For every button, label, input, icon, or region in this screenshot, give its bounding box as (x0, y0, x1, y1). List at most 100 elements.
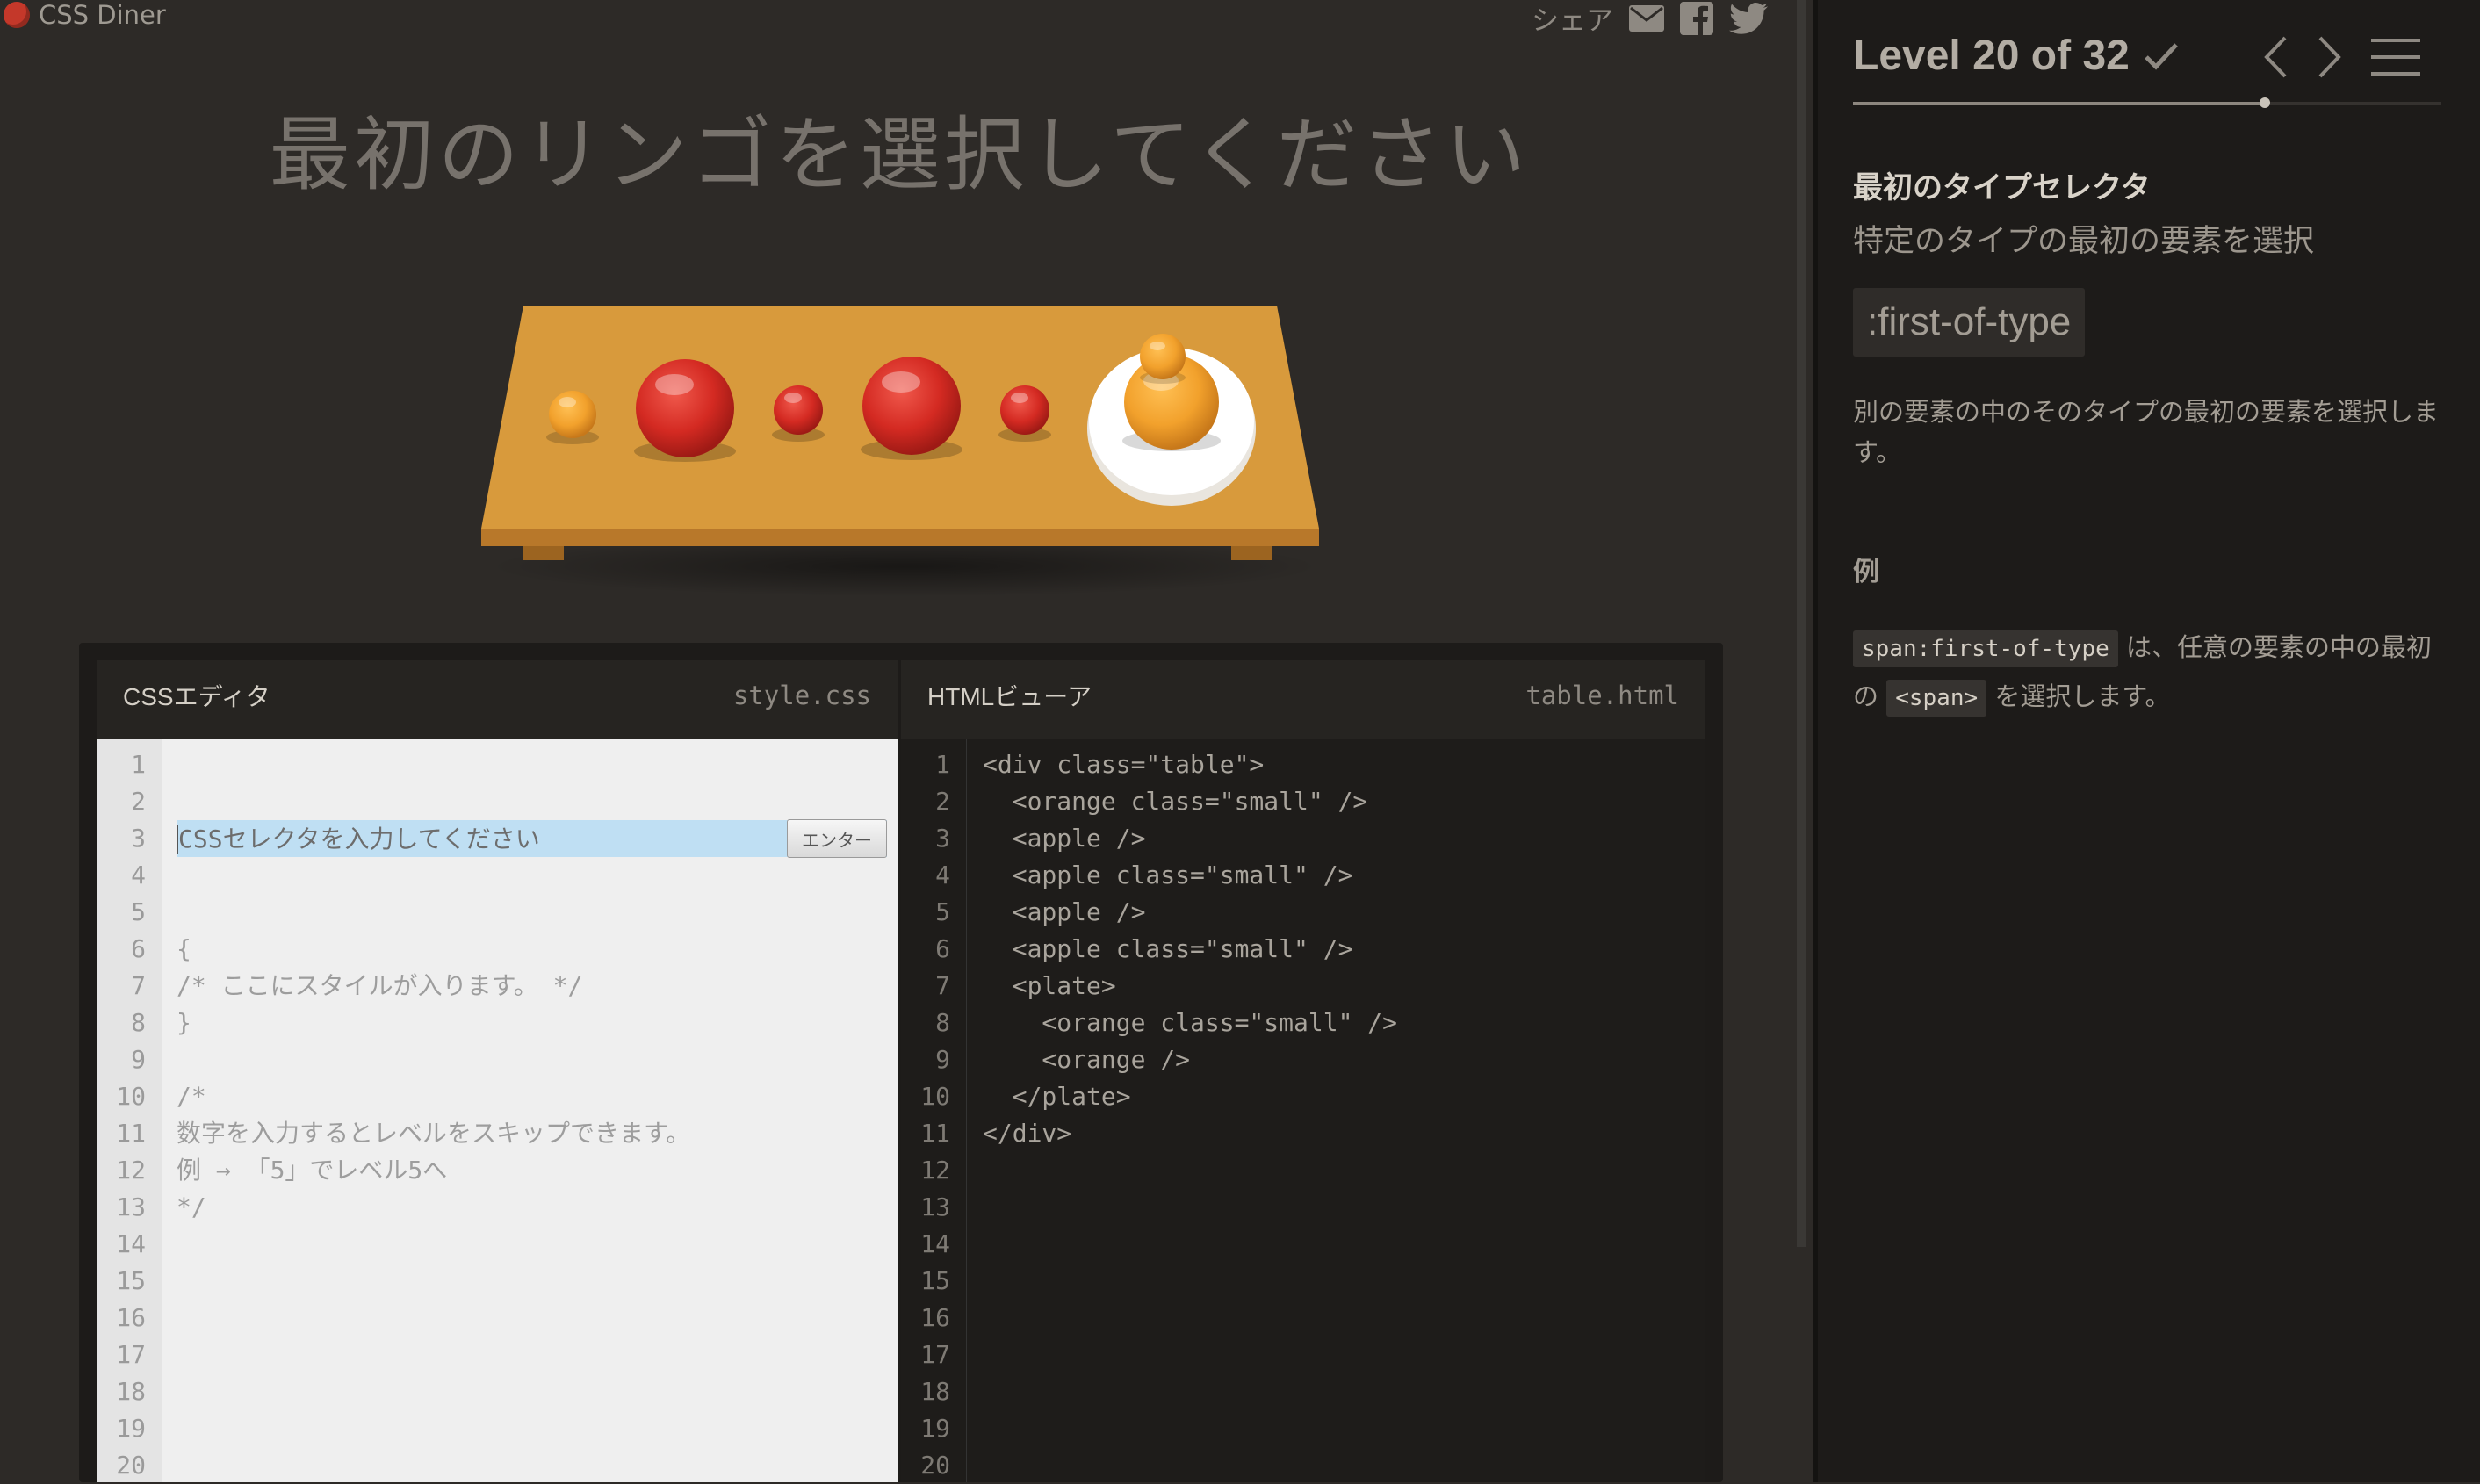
html-line-number: 10 (920, 1082, 950, 1111)
app-brand[interactable]: CSS Diner (4, 0, 166, 30)
html-line-number: 5 (935, 897, 950, 926)
twitter-icon[interactable] (1729, 2, 1768, 34)
css-line-number: 17 (116, 1340, 146, 1369)
example-code: span:first-of-type (1853, 630, 2118, 667)
css-line-number: 14 (116, 1229, 146, 1258)
menu-icon[interactable] (2371, 37, 2420, 77)
css-line-number: 8 (131, 1008, 146, 1037)
css-line-number: 4 (131, 861, 146, 890)
css-filename: style.css (732, 681, 871, 710)
css-code-line: /* (177, 1082, 206, 1111)
css-line-number: 10 (116, 1082, 146, 1111)
css-code-line: } (177, 1008, 191, 1037)
scrollbar[interactable] (1797, 0, 1806, 1247)
css-line-number: 6 (131, 934, 146, 963)
html-line-numbers: 1 2 3 4 5 6 7 8 9 10 11 12 13 14 15 16 17 18 19 20 (901, 739, 967, 1482)
html-line-number: 4 (935, 861, 950, 890)
css-line-number: 15 (116, 1266, 146, 1295)
apple[interactable] (861, 357, 962, 460)
selector-syntax: :first-of-type (1853, 288, 2086, 357)
css-editor-title: CSSエディタ (123, 683, 270, 710)
css-code-line (177, 1041, 898, 1078)
css-line-number: 2 (131, 787, 146, 816)
css-input-row: エンター (177, 819, 887, 858)
level-progress-fill (1853, 102, 2265, 105)
email-icon[interactable] (1629, 4, 1664, 32)
css-code-line: /* ここにスタイルが入ります。 */ (177, 971, 583, 1000)
css-editor-pane: CSSエディタ style.css 1 2 3 4 5 6 7 8 9 10 11 12 13 14 15 1… (97, 660, 898, 1482)
example-text-2: を選択します。 (1986, 681, 2171, 711)
html-line-number: 19 (920, 1414, 950, 1443)
sidebar: Level 20 of 32 最初のタイプセレクタ 特定のタイプの最初の要素を選… (1813, 0, 2480, 1482)
html-line-number: 17 (920, 1340, 950, 1369)
html-line-number: 14 (920, 1229, 950, 1258)
css-code-line: 例 → 「5」でレベル5へ (177, 1156, 448, 1185)
code-editor: CSSエディタ style.css 1 2 3 4 5 6 7 8 9 10 11 12 13 14 15 1… (79, 643, 1723, 1482)
css-line-number: 12 (116, 1156, 146, 1185)
selector-title: 特定のタイプの最初の要素を選択 (1853, 224, 2315, 259)
html-viewer-header: HTMLビューア table.html (901, 660, 1705, 731)
enter-button[interactable]: エンター (787, 819, 887, 858)
css-line-number: 9 (131, 1045, 146, 1074)
share-bar: シェア (1532, 0, 1768, 38)
html-line-number: 1 (935, 750, 950, 779)
level-header: Level 20 of 32 (1853, 32, 2179, 80)
level-nav (2262, 35, 2420, 79)
css-line-number: 7 (131, 971, 146, 1000)
html-line-number: 8 (935, 1008, 950, 1037)
share-label: シェア (1532, 5, 1613, 37)
css-line-number: 3 (131, 824, 146, 853)
game-area: CSS Diner シェア 最初のリンゴを選択してください CSSエディタ st… (0, 0, 1806, 1482)
facebook-icon[interactable] (1680, 1, 1713, 35)
html-markup[interactable]: <div class="table"> <orange class="small… (967, 739, 1705, 1482)
css-selector-input[interactable] (177, 824, 780, 854)
html-line-number: 3 (935, 824, 950, 853)
checkmark-icon (2145, 42, 2178, 70)
table-leg-right (1231, 546, 1272, 560)
level-label: Level 20 of 32 (1853, 32, 2130, 79)
html-line-number: 16 (920, 1303, 950, 1332)
previous-level-icon[interactable] (2262, 35, 2289, 79)
apple[interactable] (634, 359, 736, 462)
example-code-2: <span> (1886, 680, 1987, 717)
level-progress-bar (1853, 97, 2441, 108)
orange-small[interactable] (1140, 334, 1186, 384)
apple-small[interactable] (998, 385, 1051, 442)
table-edge (481, 529, 1319, 546)
css-line-number: 16 (116, 1303, 146, 1332)
css-line-number: 1 (131, 750, 146, 779)
level-progress-knob (2260, 97, 2270, 108)
css-code-line: { (177, 934, 191, 963)
level-instruction: 最初のリンゴを選択してください (269, 108, 1530, 202)
dining-table (474, 299, 1335, 615)
html-line-number: 7 (935, 971, 950, 1000)
app-title: CSS Diner (39, 0, 166, 30)
html-line-number: 18 (920, 1377, 950, 1406)
css-line-number: 20 (116, 1451, 146, 1480)
css-line-numbers: 1 2 3 4 5 6 7 8 9 10 11 12 13 14 15 16 17 18 19 20 (97, 739, 162, 1482)
table-leg-left (523, 546, 564, 560)
css-code-lines: {/* ここにスタイルが入ります。 */} /* 数字を入力するとレベルをスキップ… (177, 931, 898, 1226)
html-filename: table.html (1525, 681, 1679, 710)
css-code: エンター {/* ここにスタイルが入ります。 */} /* 数字を入力するとレベル… (162, 739, 898, 1482)
css-line-number: 5 (131, 897, 146, 926)
selector-name: 最初のタイプセレクタ (1853, 170, 2151, 205)
examples-title: 例 (1853, 557, 1879, 587)
example: span:first-of-type は、任意の要素の中の最初の <span> … (1853, 623, 2450, 722)
html-viewer-pane: HTMLビューア table.html 1 2 3 4 5 6 7 8 9 10 11 12 13 14 1… (901, 660, 1705, 1482)
html-line-number: 12 (920, 1156, 950, 1185)
next-level-icon[interactable] (2317, 35, 2343, 79)
selector-hint: 別の要素の中のそのタイプの最初の要素を選択します。 (1853, 397, 2440, 467)
html-line-number: 6 (935, 934, 950, 963)
html-line-number: 9 (935, 1045, 950, 1074)
css-editor-header: CSSエディタ style.css (97, 660, 898, 731)
html-line-number: 11 (920, 1119, 950, 1148)
css-line-number: 11 (116, 1119, 146, 1148)
html-line-number: 20 (920, 1451, 950, 1480)
html-line-number: 13 (920, 1192, 950, 1221)
css-line-number: 13 (116, 1192, 146, 1221)
html-line-number: 2 (935, 787, 950, 816)
apple-small[interactable] (772, 385, 825, 442)
html-viewer-title: HTMLビューア (927, 683, 1092, 710)
css-line-number: 19 (116, 1414, 146, 1443)
